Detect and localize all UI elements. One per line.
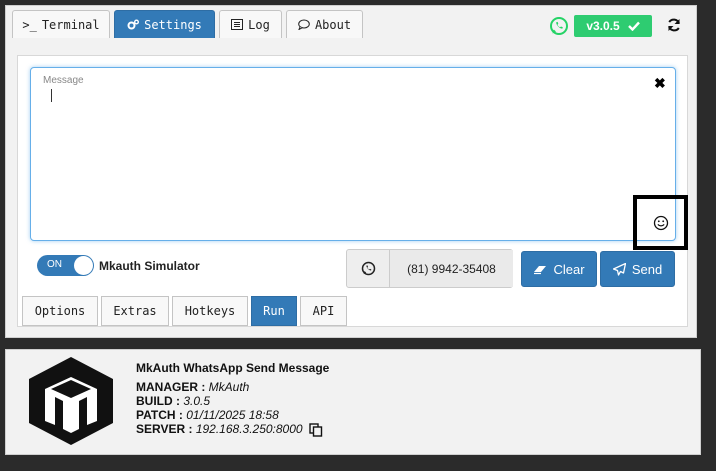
phone-addon: [347, 250, 389, 287]
tab-log[interactable]: Log: [219, 10, 282, 38]
toggle-knob: [74, 256, 93, 275]
message-label: Message: [43, 75, 84, 86]
server-row: SERVER : 192.168.3.250:8000: [136, 422, 303, 436]
phone-number-field[interactable]: (81) 9942-35408: [389, 250, 513, 287]
simulator-toggle[interactable]: ON: [37, 255, 94, 276]
clear-button[interactable]: Clear: [521, 251, 597, 287]
toggle-on-label: ON: [47, 259, 62, 270]
manager-row: MANAGER : MkAuth: [136, 380, 249, 394]
tab-run[interactable]: Run: [251, 296, 297, 326]
version-label: v3.0.5: [586, 19, 620, 33]
send-button[interactable]: Send: [600, 251, 675, 287]
tab-settings-label: Settings: [144, 17, 202, 32]
mkauth-logo: [29, 357, 113, 445]
phone-input-group: (81) 9942-35408: [346, 249, 513, 288]
build-label: BUILD :: [136, 394, 180, 408]
terminal-icon: >_: [22, 17, 37, 32]
build-row: BUILD : 3.0.5: [136, 394, 210, 408]
tab-options[interactable]: Options: [22, 296, 98, 326]
smiley-icon: [653, 215, 668, 230]
patch-value: 01/11/2025 18:58: [186, 408, 279, 422]
emoji-button[interactable]: [633, 195, 688, 250]
whatsapp-icon: [361, 261, 375, 276]
server-value: 192.168.3.250:8000: [195, 422, 303, 436]
manager-label: MANAGER :: [136, 380, 206, 394]
send-label: Send: [631, 261, 663, 277]
simulator-label: Mkauth Simulator: [99, 259, 200, 273]
tab-api[interactable]: API: [300, 296, 347, 326]
check-icon: [627, 21, 640, 31]
paper-plane-icon: [612, 262, 626, 276]
close-icon[interactable]: ✖: [654, 75, 666, 92]
eraser-icon: [534, 265, 547, 274]
copy-icon[interactable]: [309, 423, 323, 437]
message-textarea[interactable]: [30, 67, 676, 241]
refresh-icon[interactable]: [666, 17, 682, 33]
tab-about-label: About: [314, 17, 352, 32]
tab-log-label: Log: [248, 17, 270, 32]
gears-icon: [127, 19, 140, 29]
whatsapp-icon[interactable]: [549, 16, 569, 36]
patch-row: PATCH : 01/11/2025 18:58: [136, 408, 279, 422]
app-title: MkAuth WhatsApp Send Message: [136, 361, 330, 375]
version-badge[interactable]: v3.0.5: [574, 15, 652, 37]
list-icon: [231, 19, 244, 30]
tab-settings[interactable]: Settings: [114, 10, 215, 38]
tab-about[interactable]: About: [286, 10, 363, 38]
tab-terminal-label: Terminal: [41, 17, 100, 32]
text-caret: [51, 89, 52, 102]
patch-label: PATCH :: [136, 408, 183, 422]
comment-icon: [298, 19, 310, 30]
tab-hotkeys[interactable]: Hotkeys: [172, 296, 248, 326]
build-value: 3.0.5: [183, 394, 211, 408]
tab-extras[interactable]: Extras: [101, 296, 169, 326]
server-label: SERVER :: [136, 422, 193, 436]
tab-terminal[interactable]: >_ Terminal: [12, 10, 110, 38]
clear-label: Clear: [553, 261, 585, 277]
manager-value: MkAuth: [208, 380, 250, 394]
